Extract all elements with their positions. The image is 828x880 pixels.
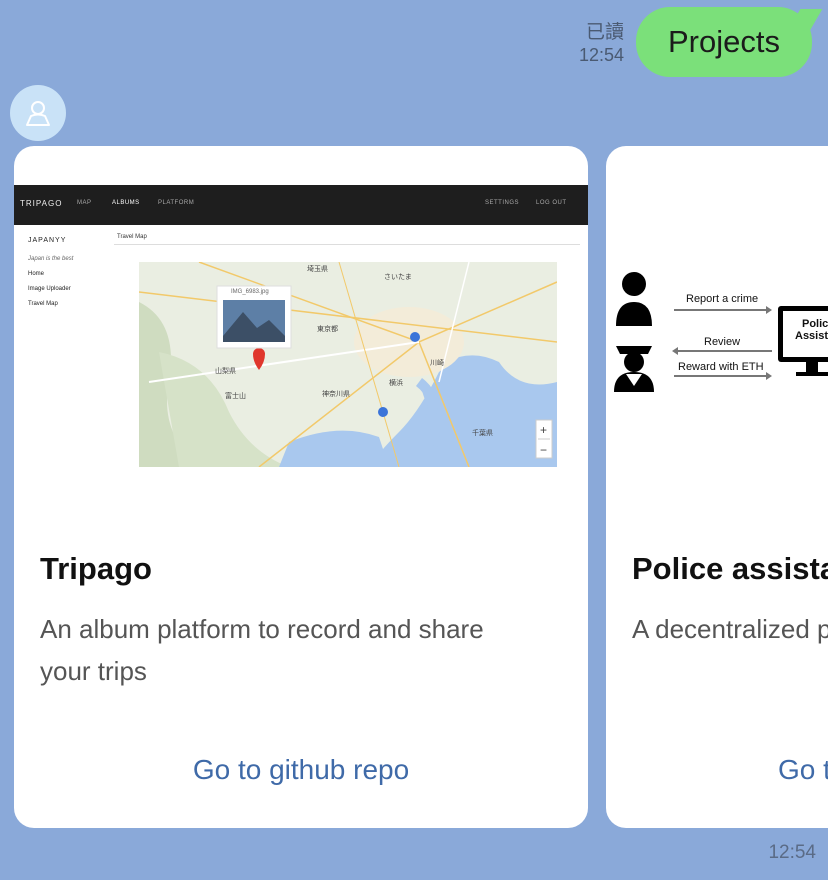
read-receipt: 已讀 12:54 bbox=[579, 22, 624, 66]
message-time: 12:54 bbox=[578, 45, 624, 65]
screenshot-menu-home: Home bbox=[28, 271, 45, 277]
avatar[interactable] bbox=[10, 85, 66, 141]
police-officer-icon bbox=[614, 346, 654, 392]
map-label: 富士山 bbox=[225, 393, 246, 400]
card-title: Tripago bbox=[40, 551, 152, 586]
screenshot-tagline: Japan is the best bbox=[28, 256, 74, 262]
map-label: 川崎 bbox=[430, 360, 444, 367]
read-label: 已讀 bbox=[585, 22, 624, 43]
screenshot-nav-albums: ALBUMS bbox=[112, 200, 140, 206]
diagram-label-reward: Reward with ETH bbox=[678, 361, 764, 373]
outgoing-message-bubble[interactable]: Projects bbox=[636, 7, 812, 77]
github-repo-link[interactable]: Go t bbox=[778, 754, 828, 786]
tripago-screenshot: TRIPAGO MAP ALBUMS PLATFORM SETTINGS LOG… bbox=[14, 185, 588, 485]
svg-text:−: − bbox=[540, 443, 547, 457]
card-hero-diagram: Report a crime Review Reward with ETH Po… bbox=[606, 266, 828, 406]
project-card-police[interactable]: Report a crime Review Reward with ETH Po… bbox=[606, 146, 828, 828]
map-label: 横浜 bbox=[389, 380, 403, 387]
person-icon bbox=[616, 272, 652, 326]
card-description: A decentralized p bbox=[632, 614, 828, 644]
map-label: 山梨県 bbox=[215, 368, 236, 375]
map-label: 神奈川県 bbox=[322, 391, 350, 398]
screenshot-divider bbox=[114, 244, 580, 245]
screenshot-map: + − IMG_6983.jpg 埼玉県 さいたま 東京都 山梨県 神奈川県 横… bbox=[139, 262, 557, 467]
project-card-tripago[interactable]: TRIPAGO MAP ALBUMS PLATFORM SETTINGS LOG… bbox=[14, 146, 588, 828]
screenshot-nav-map: MAP bbox=[77, 200, 92, 206]
screenshot-brand: TRIPAGO bbox=[20, 199, 63, 208]
card-hero-image: TRIPAGO MAP ALBUMS PLATFORM SETTINGS LOG… bbox=[14, 146, 588, 526]
map-label: 千葉県 bbox=[472, 430, 493, 437]
screenshot-sidebar: JAPANYY Japan is the best Home Image Upl… bbox=[28, 237, 73, 316]
map-graphic: + − bbox=[139, 262, 557, 467]
screenshot-menu-travel-map: Travel Map bbox=[28, 301, 58, 307]
message-text: Projects bbox=[668, 24, 780, 59]
diagram-label-report: Report a crime bbox=[686, 293, 759, 305]
map-label: 東京都 bbox=[317, 326, 338, 333]
map-label: 埼玉県 bbox=[307, 266, 328, 273]
user-icon bbox=[26, 101, 50, 126]
diagram-screen-text: Polic bbox=[802, 318, 828, 330]
diagram-label-review: Review bbox=[704, 336, 741, 348]
screenshot-nav-settings: SETTINGS bbox=[485, 200, 520, 206]
screenshot-nav-logout: LOG OUT bbox=[536, 200, 567, 206]
screenshot-menu-uploader: Image Uploader bbox=[28, 286, 71, 292]
screenshot-topbar: TRIPAGO MAP ALBUMS PLATFORM SETTINGS LOG… bbox=[14, 185, 588, 225]
svg-text:+: + bbox=[540, 423, 547, 437]
message-time: 12:54 bbox=[768, 842, 816, 863]
screenshot-breadcrumb: Travel Map bbox=[117, 234, 147, 240]
card-description: An album platform to record and share yo… bbox=[40, 614, 484, 686]
diagram-screen-text: Assista bbox=[795, 330, 828, 342]
map-label: さいたま bbox=[384, 274, 412, 281]
screenshot-site-name: JAPANYY bbox=[28, 237, 67, 244]
map-popup-filename: IMG_6983.jpg bbox=[231, 289, 269, 295]
screenshot-nav-platform: PLATFORM bbox=[158, 200, 195, 206]
card-title: Police assista bbox=[632, 551, 828, 586]
github-repo-link[interactable]: Go to github repo bbox=[14, 754, 588, 786]
